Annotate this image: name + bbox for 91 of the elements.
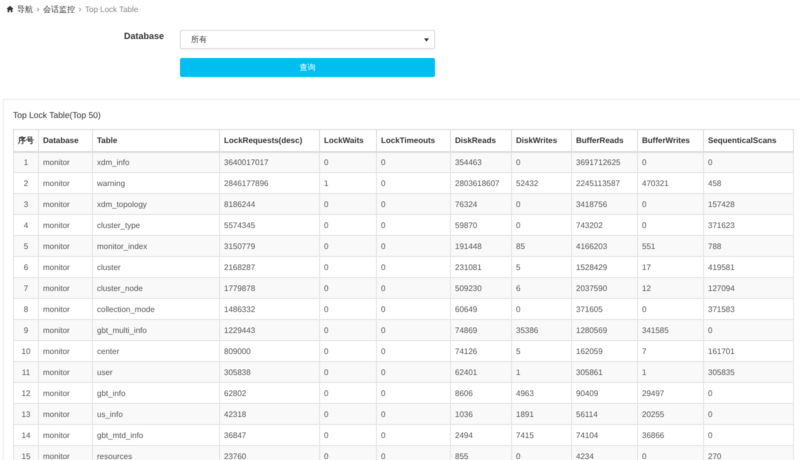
table-cell: 0 [376,278,450,298]
breadcrumb-current: Top Lock Table [85,4,138,14]
table-cell: 3150779 [220,236,320,256]
table-cell: us_info [92,404,220,424]
table-cell: 788 [704,236,794,256]
table-cell: 11 [14,362,38,382]
table-cell: 0 [638,194,704,214]
table-cell: 0 [704,320,794,340]
table-cell: 1 [512,362,572,382]
table-cell: 1 [638,362,704,382]
table-cell: 74869 [450,320,512,340]
table-cell: 4166203 [572,236,638,256]
table-cell: 7 [14,278,38,298]
table-cell: 191448 [450,236,512,256]
table-cell: 3640017017 [220,152,320,172]
table-cell: 270 [704,446,794,460]
table-cell: 305838 [220,362,320,382]
table-cell: 0 [512,194,572,214]
table-cell: 1891 [512,404,572,424]
table-cell: 0 [512,446,572,460]
table-cell: 62401 [450,362,512,382]
table-cell: 305835 [704,362,794,382]
table-cell: 509230 [450,278,512,298]
table-cell: 0 [376,194,450,214]
table-cell: 12 [638,278,704,298]
table-cell: 0 [638,446,704,460]
table-cell: 76324 [450,194,512,214]
table-cell: 0 [320,404,376,424]
table-cell: gbt_multi_info [92,320,220,340]
table-cell: 551 [638,236,704,256]
table-cell: 1036 [450,404,512,424]
table-cell: 0 [320,194,376,214]
table-cell: 42318 [220,404,320,424]
table-cell: 0 [320,446,376,460]
table-cell: 0 [320,278,376,298]
table-cell: 3418756 [572,194,638,214]
table-cell: 3 [14,194,38,214]
table-cell: monitor [38,404,92,424]
breadcrumb-link[interactable]: 导航 [17,4,33,14]
table-cell: monitor [38,362,92,382]
table-cell: 1 [14,152,38,172]
table-cell: monitor [38,320,92,340]
table-cell: monitor [38,446,92,460]
table-cell: 0 [320,362,376,382]
table-cell: 13 [14,404,38,424]
table-cell: 23760 [220,446,320,460]
table-cell: 85 [512,236,572,256]
table-cell: 0 [320,320,376,340]
table-cell: 4234 [572,446,638,460]
home-icon [6,5,14,13]
table-cell: 15 [14,446,38,460]
table-cell: 35386 [512,320,572,340]
table-cell: 127094 [704,278,794,298]
table-cell: monitor [38,236,92,256]
table-cell: 8186244 [220,194,320,214]
table-cell: 0 [376,446,450,460]
table-cell: 0 [376,236,450,256]
table-cell: 0 [320,236,376,256]
separator-icon [78,6,82,12]
column-header: 序号 [14,130,38,152]
table-cell: monitor [38,278,92,298]
table-cell: 20255 [638,404,704,424]
table-cell: 0 [376,320,450,340]
table-cell: 157428 [704,194,794,214]
table-cell: 0 [376,362,450,382]
table-cell: 305861 [572,362,638,382]
table-cell: monitor [38,194,92,214]
table-cell: 9 [14,320,38,340]
panel-title: Top Lock Table(Top 50) [13,110,102,120]
table-cell: 56114 [572,404,638,424]
table-cell: 1229443 [220,320,320,340]
table-cell: xdm_info [92,152,220,172]
table-cell: 1280569 [572,320,638,340]
table-cell: 0 [376,404,450,424]
table-cell: monitor_index [92,236,220,256]
table-cell: 5 [14,236,38,256]
table-cell: 855 [450,446,512,460]
table-cell: 2037590 [572,278,638,298]
table-cell: 1779878 [220,278,320,298]
table-cell: 341585 [638,320,704,340]
caret-icon [424,38,429,42]
table-cell: 6 [512,278,572,298]
table-cell: 0 [704,404,794,424]
breadcrumb-link[interactable]: 会话监控 [43,4,75,14]
database-select[interactable]: 所有 [180,30,435,49]
separator-icon [36,6,40,12]
table-cell: resources [92,446,220,460]
database-label: Database [124,30,164,40]
table-cell: user [92,362,220,382]
table-cell: cluster_node [92,278,220,298]
table-cell: xdm_topology [92,194,220,214]
